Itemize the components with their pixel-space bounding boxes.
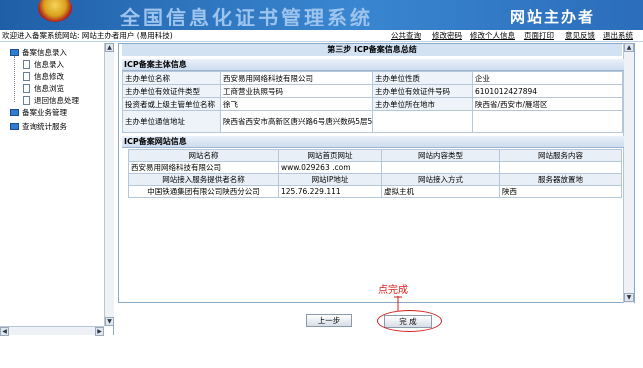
document-icon bbox=[23, 96, 30, 105]
scroll-up-icon[interactable]: ▲ bbox=[105, 43, 114, 52]
left-navigation-tree: 备案信息录入 信息录入 信息修改 信息浏览 退回信息处理 备案业务管理 查询统计… bbox=[0, 43, 114, 335]
site-name-header: 网站名称 bbox=[128, 149, 279, 162]
national-emblem-icon bbox=[38, 0, 72, 22]
step-title: 第三步 ICP备案信息总结 bbox=[122, 44, 622, 56]
investor-value: 徐飞 bbox=[220, 97, 373, 111]
org-type-value: 企业 bbox=[472, 71, 623, 85]
scroll-left-icon[interactable]: ◀ bbox=[0, 327, 9, 336]
org-name-value: 西安易用网络科技有限公司 bbox=[220, 71, 373, 85]
feedback-link[interactable]: 意见反馈 bbox=[565, 31, 595, 41]
public-query-link[interactable]: 公共查询 bbox=[391, 31, 421, 41]
site-service-header: 网站服务内容 bbox=[499, 149, 622, 162]
provider-value: 中国铁通集团有限公司陕西分公司 bbox=[128, 185, 279, 198]
site-url-header: 网站首页网址 bbox=[278, 149, 382, 162]
left-horizontal-scrollbar[interactable]: ◀ ▶ bbox=[0, 326, 104, 336]
edit-profile-link[interactable]: 修改个人信息 bbox=[470, 31, 515, 41]
location-label: 主办单位所在地市 bbox=[372, 97, 473, 111]
site-content-type-header: 网站内容类型 bbox=[381, 149, 500, 162]
banner-role-title: 网站主办者 bbox=[510, 8, 596, 26]
change-password-link[interactable]: 修改密码 bbox=[432, 31, 462, 41]
address-label: 主办单位通信地址 bbox=[122, 110, 221, 133]
cert-type-label: 主办单位有效证件类型 bbox=[122, 84, 221, 98]
scroll-up-icon[interactable]: ▲ bbox=[624, 43, 634, 52]
site-service-value bbox=[499, 161, 622, 174]
empty-cell bbox=[472, 110, 623, 133]
ip-value: 125.76.229.111 bbox=[278, 185, 382, 198]
site-url-value: www.029263 .com bbox=[278, 161, 382, 174]
site-info-table: 网站名称 网站首页网址 网站内容类型 网站服务内容 西安易用网络科技有限公司 w… bbox=[128, 149, 622, 198]
cert-no-label: 主办单位有效证件号码 bbox=[372, 84, 473, 98]
ip-header: 网站IP地址 bbox=[278, 173, 382, 186]
address-value: 陕西省西安市高新区唐兴路6号唐兴数码5层529室 bbox=[220, 110, 373, 133]
site-content-type-value bbox=[381, 161, 500, 174]
provider-header: 网站接入服务提供者名称 bbox=[128, 173, 279, 186]
cert-no-value: 6101012427894 bbox=[472, 84, 623, 98]
cert-type-value: 工商营业执照号码 bbox=[220, 84, 373, 98]
site-section-header: ICP备案网站信息 bbox=[122, 136, 624, 148]
subject-section-header: ICP备案主体信息 bbox=[122, 59, 624, 71]
empty-cell bbox=[372, 110, 473, 133]
annotation-circle bbox=[377, 310, 442, 332]
access-method-header: 网站接入方式 bbox=[381, 173, 500, 186]
site-name-value: 西安易用网络科技有限公司 bbox=[128, 161, 279, 174]
document-icon bbox=[23, 72, 30, 81]
server-location-value: 陕西 bbox=[499, 185, 622, 198]
print-page-link[interactable]: 页面打印 bbox=[524, 31, 554, 41]
banner-system-name: 全国信息化证书管理系统 bbox=[120, 6, 373, 26]
main-vertical-scrollbar[interactable]: ▲ ▼ bbox=[623, 43, 634, 303]
logout-link[interactable]: 退出系统 bbox=[603, 31, 633, 41]
scroll-right-icon[interactable]: ▶ bbox=[95, 327, 104, 336]
welcome-text: 欢迎进入备案系统网站: 网站主办者用户 (易用科技) bbox=[2, 31, 173, 40]
document-icon bbox=[23, 84, 30, 93]
document-icon bbox=[23, 60, 30, 69]
access-method-value: 虚拟主机 bbox=[381, 185, 500, 198]
scroll-down-icon[interactable]: ▼ bbox=[624, 293, 634, 302]
folder-icon bbox=[10, 109, 19, 116]
org-type-label: 主办单位性质 bbox=[372, 71, 473, 85]
investor-label: 投资者或上级主管单位名称 bbox=[122, 97, 221, 111]
server-location-header: 服务器放置地 bbox=[499, 173, 622, 186]
location-value: 陕西省/西安市/雁塔区 bbox=[472, 97, 623, 111]
top-banner: 全国信息化证书管理系统 网站主办者 bbox=[0, 0, 643, 30]
subject-info-table: 主办单位名称 西安易用网络科技有限公司 主办单位性质 企业 主办单位有效证件类型… bbox=[122, 71, 623, 133]
folder-icon bbox=[10, 123, 19, 130]
scroll-down-icon[interactable]: ▼ bbox=[105, 317, 114, 326]
org-name-label: 主办单位名称 bbox=[122, 71, 221, 85]
folder-icon bbox=[10, 49, 19, 56]
prev-step-button[interactable]: 上一步 bbox=[306, 314, 352, 327]
left-vertical-scrollbar[interactable]: ▲ ▼ bbox=[104, 43, 114, 326]
